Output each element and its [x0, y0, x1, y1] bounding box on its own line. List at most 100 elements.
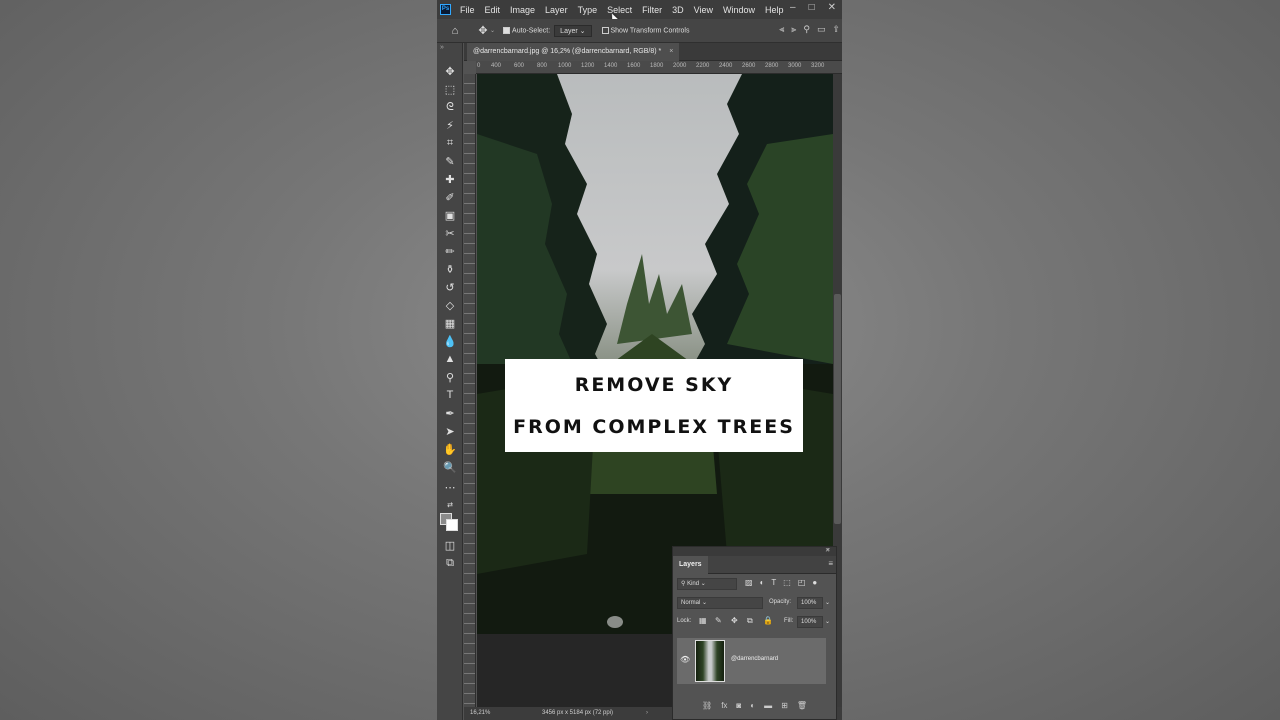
screen-mode-icon[interactable]: ⧉ — [442, 555, 458, 571]
menu-image[interactable]: Image — [505, 5, 540, 15]
blur-tool-icon[interactable]: 💧 — [442, 333, 458, 349]
menu-help[interactable]: Help — [760, 5, 789, 15]
status-menu-icon[interactable]: › — [646, 707, 648, 720]
dodge-tool-icon[interactable]: ⚲ — [442, 369, 458, 385]
lock-position-icon[interactable]: ✥ — [731, 616, 738, 625]
path-selection-tool-icon[interactable]: ➤ — [442, 423, 458, 439]
align-center-icon[interactable]: ⫸ — [791, 24, 796, 35]
delete-layer-icon[interactable]: 🗑 — [797, 701, 807, 715]
close-window-button[interactable]: ✕ — [828, 2, 836, 13]
gradient-tool-icon[interactable]: ▦ — [442, 315, 458, 331]
auto-select-checkbox[interactable]: Auto-Select: — [503, 26, 551, 35]
collapse-toolbar-icon[interactable]: » — [440, 44, 444, 51]
marquee-tool-icon[interactable]: ⬚ — [442, 81, 458, 97]
sharpen-tool-icon[interactable]: ▲ — [442, 351, 458, 367]
document-tab[interactable]: @darrencbarnard.jpg @ 16,2% (@darrencbar… — [467, 43, 680, 61]
stamp-tool-icon[interactable]: ▣ — [442, 207, 458, 223]
blend-mode-dropdown[interactable]: Normal ⌄ — [677, 597, 763, 609]
zoom-level[interactable]: 16,21% — [470, 707, 490, 720]
caption-overlay: REMOVE SKY FROM COMPLEX TREES — [505, 359, 803, 452]
quick-mask-icon[interactable]: ◫ — [442, 537, 458, 553]
adjustment-layer-icon[interactable]: ◐ — [750, 701, 755, 715]
menu-window[interactable]: Window — [718, 5, 760, 15]
link-layers-icon[interactable]: ⛓ — [702, 701, 712, 715]
move-tool-icon[interactable]: ✥ — [442, 63, 458, 79]
filter-kind-value: Kind — [687, 581, 700, 587]
show-transform-controls-checkbox[interactable]: Show Transform Controls — [601, 26, 689, 34]
swap-colors-icon[interactable]: ⇄ — [442, 497, 458, 513]
background-color-swatch[interactable] — [446, 519, 458, 531]
layer-name[interactable]: @darrencbarnard — [731, 656, 778, 662]
pixel-filter-icon[interactable]: ▨ — [745, 578, 753, 587]
menu-edit[interactable]: Edit — [480, 5, 506, 15]
lock-transparent-icon[interactable]: ▦ — [699, 616, 707, 625]
tab-layers[interactable]: Layers — [673, 556, 708, 574]
history-brush-tool-icon[interactable]: ↺ — [442, 279, 458, 295]
layer-effects-icon[interactable]: fx — [721, 701, 727, 715]
hand-tool-icon[interactable]: ✋ — [442, 441, 458, 457]
menu-select[interactable]: Select — [602, 5, 637, 15]
vertical-ruler[interactable] — [464, 74, 476, 712]
new-group-icon[interactable]: ▬ — [764, 701, 772, 715]
close-document-icon[interactable]: × — [669, 48, 673, 55]
chevron-down-icon[interactable]: ⌄ — [825, 599, 830, 606]
layer-row[interactable]: 👁 @darrencbarnard — [677, 638, 826, 684]
layers-panel: « ✕ Layers ≡ ⚲ Kind ⌄ ▨ ◐ T ⬚ ◰ ● Normal… — [672, 546, 837, 720]
menu-type[interactable]: Type — [573, 5, 603, 15]
chevron-down-icon[interactable]: ⌄ — [490, 27, 495, 34]
auto-select-label: Auto-Select: — [512, 27, 551, 35]
lock-image-icon[interactable]: ✎ — [715, 616, 722, 625]
menu-view[interactable]: View — [689, 5, 718, 15]
magic-wand-tool-icon[interactable]: ⚡ — [442, 117, 458, 133]
chevron-down-icon[interactable]: ⌄ — [825, 618, 830, 625]
eyedropper-tool-icon[interactable]: ✎ — [442, 153, 458, 169]
crop-tool-icon[interactable]: ⌗ — [442, 135, 458, 151]
new-layer-icon[interactable]: ⊞ — [781, 701, 788, 715]
auto-select-target-dropdown[interactable]: Layer ⌄ — [554, 24, 592, 37]
workspace-icon[interactable]: ▭ — [817, 24, 826, 35]
smart-object-filter-icon[interactable]: ◰ — [798, 578, 806, 587]
maximize-button[interactable]: □ — [809, 2, 815, 13]
close-panel-icon[interactable]: ✕ — [825, 547, 830, 554]
lasso-tool-icon[interactable]: ᘓ — [442, 99, 458, 115]
lock-row: Lock: ▦ ✎ ✥ ⧉ 🔒 Fill: 100% ⌄ — [673, 612, 836, 631]
search-icon[interactable]: ⚲ — [803, 24, 810, 35]
opacity-input[interactable]: 100% — [797, 597, 823, 609]
ruler-tick: 1000 — [558, 63, 572, 69]
align-left-icon[interactable]: ⫷ — [779, 24, 784, 35]
horizontal-ruler[interactable]: 0 400 600 800 1000 1200 1400 1600 1800 2… — [476, 61, 842, 74]
scissors-tool-icon[interactable]: ✂ — [442, 225, 458, 241]
menu-layer[interactable]: Layer — [540, 5, 573, 15]
healing-brush-tool-icon[interactable]: ✚ — [442, 171, 458, 187]
adjustment-filter-icon[interactable]: ◐ — [760, 578, 765, 587]
pen-tool-icon[interactable]: ✒ — [442, 405, 458, 421]
scrollbar-thumb[interactable] — [834, 294, 841, 524]
type-tool-icon[interactable]: T — [442, 387, 458, 403]
menu-filter[interactable]: Filter — [637, 5, 667, 15]
pencil-tool-icon[interactable]: ✏ — [442, 243, 458, 259]
panel-menu-icon[interactable]: ≡ — [828, 559, 833, 568]
menu-3d[interactable]: 3D — [667, 5, 689, 15]
color-swatches[interactable] — [440, 513, 460, 533]
brush-tool-icon[interactable]: ✐ — [442, 189, 458, 205]
visibility-eye-icon[interactable]: 👁 — [680, 655, 690, 664]
shape-filter-icon[interactable]: ⬚ — [783, 578, 791, 587]
filter-toggle-icon[interactable]: ● — [812, 578, 817, 587]
more-tools-icon[interactable]: ⋯ — [442, 479, 458, 495]
filter-kind-dropdown[interactable]: ⚲ Kind ⌄ — [677, 578, 737, 590]
zoom-tool-icon[interactable]: 🔍 — [442, 459, 458, 475]
lock-artboard-icon[interactable]: ⧉ — [747, 616, 753, 626]
menu-file[interactable]: File — [455, 5, 480, 15]
move-tool-preset-icon[interactable]: ✥ — [476, 24, 490, 38]
lock-all-icon[interactable]: 🔒 — [763, 616, 773, 625]
home-icon[interactable]: ⌂ — [448, 24, 462, 38]
eraser-tool-icon[interactable]: ◇ — [442, 297, 458, 313]
share-icon[interactable]: ⇪ — [832, 24, 840, 35]
clone-stamp-tool-icon[interactable]: ⚱ — [442, 261, 458, 277]
ruler-tick: 600 — [514, 63, 525, 69]
fill-label: Fill: — [784, 618, 794, 624]
add-mask-icon[interactable]: ◙ — [736, 701, 741, 715]
type-filter-icon[interactable]: T — [771, 578, 776, 587]
minimize-button[interactable]: – — [790, 2, 796, 13]
fill-input[interactable]: 100% — [797, 616, 823, 628]
